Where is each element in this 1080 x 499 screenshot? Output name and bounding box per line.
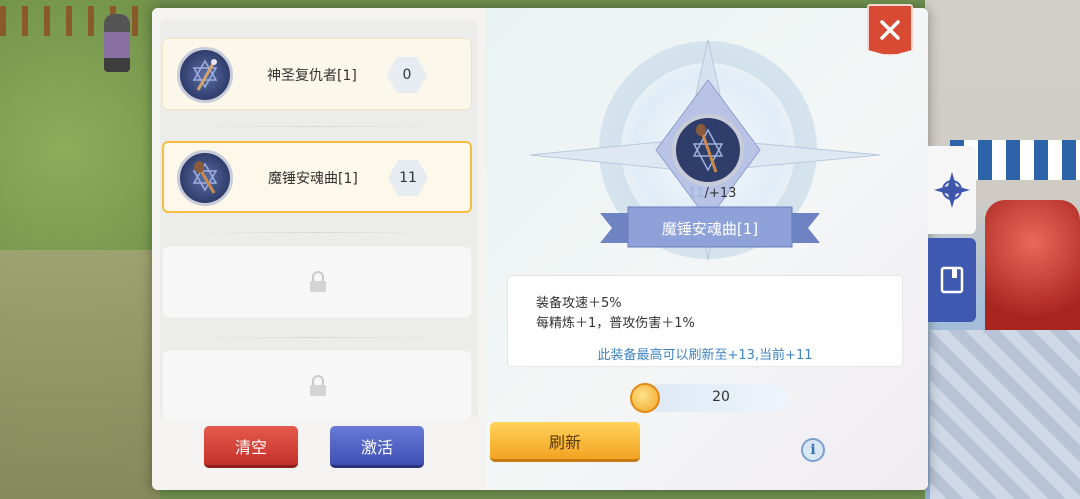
stone-path bbox=[0, 250, 160, 499]
book-icon bbox=[940, 266, 964, 294]
refine-level-badge: 0 bbox=[387, 57, 427, 93]
side-tab-book[interactable] bbox=[928, 238, 976, 322]
staff-hexagram-icon bbox=[177, 47, 233, 103]
close-x-icon bbox=[880, 20, 900, 40]
refine-limit-note: 此装备最高可以刷新至+13,当前+11 bbox=[597, 348, 813, 363]
refresh-button[interactable]: 刷新 bbox=[490, 422, 640, 462]
equipment-card-selected[interactable]: 魔锤安魂曲[1] 11 bbox=[162, 141, 472, 213]
activate-button[interactable]: 激活 bbox=[330, 426, 424, 468]
equipment-name: 神圣复仇者[1] bbox=[267, 68, 357, 84]
divider bbox=[192, 337, 442, 338]
lock-icon bbox=[310, 271, 326, 292]
refine-level-text: 11/+13 bbox=[688, 186, 736, 201]
compass-icon bbox=[934, 172, 970, 208]
tiled-floor bbox=[930, 330, 1080, 499]
locked-slot[interactable] bbox=[162, 246, 472, 318]
compass-emblem-icon bbox=[530, 30, 880, 272]
max-level: /+13 bbox=[704, 186, 737, 201]
equipment-card[interactable]: 神圣复仇者[1] 0 bbox=[162, 38, 472, 110]
lock-icon bbox=[310, 375, 326, 396]
effect-line: 每精炼＋1，普攻伤害＋1% bbox=[536, 316, 695, 331]
equipment-name: 魔锤安魂曲[1] bbox=[268, 171, 358, 187]
locked-slot[interactable] bbox=[162, 350, 472, 422]
throne-npc[interactable] bbox=[985, 200, 1080, 340]
close-button[interactable] bbox=[867, 4, 913, 56]
side-tab-compass[interactable] bbox=[928, 146, 976, 234]
equipment-list-pane: 神圣复仇者[1] 0 魔锤安魂曲[1] 11 清空 激活 bbox=[152, 8, 485, 490]
cost-amount: 20 bbox=[712, 389, 730, 405]
info-icon[interactable]: i bbox=[801, 438, 825, 462]
effect-line: 装备攻速＋5% bbox=[536, 296, 622, 311]
mace-hexagram-icon bbox=[177, 150, 233, 206]
current-level: 11 bbox=[688, 186, 705, 201]
selected-item-name: 魔锤安魂曲[1] bbox=[661, 220, 759, 238]
divider bbox=[192, 126, 442, 127]
clear-button[interactable]: 清空 bbox=[204, 426, 298, 468]
refine-level-badge: 11 bbox=[388, 160, 428, 196]
divider bbox=[192, 232, 442, 233]
npc-character[interactable] bbox=[104, 14, 130, 72]
